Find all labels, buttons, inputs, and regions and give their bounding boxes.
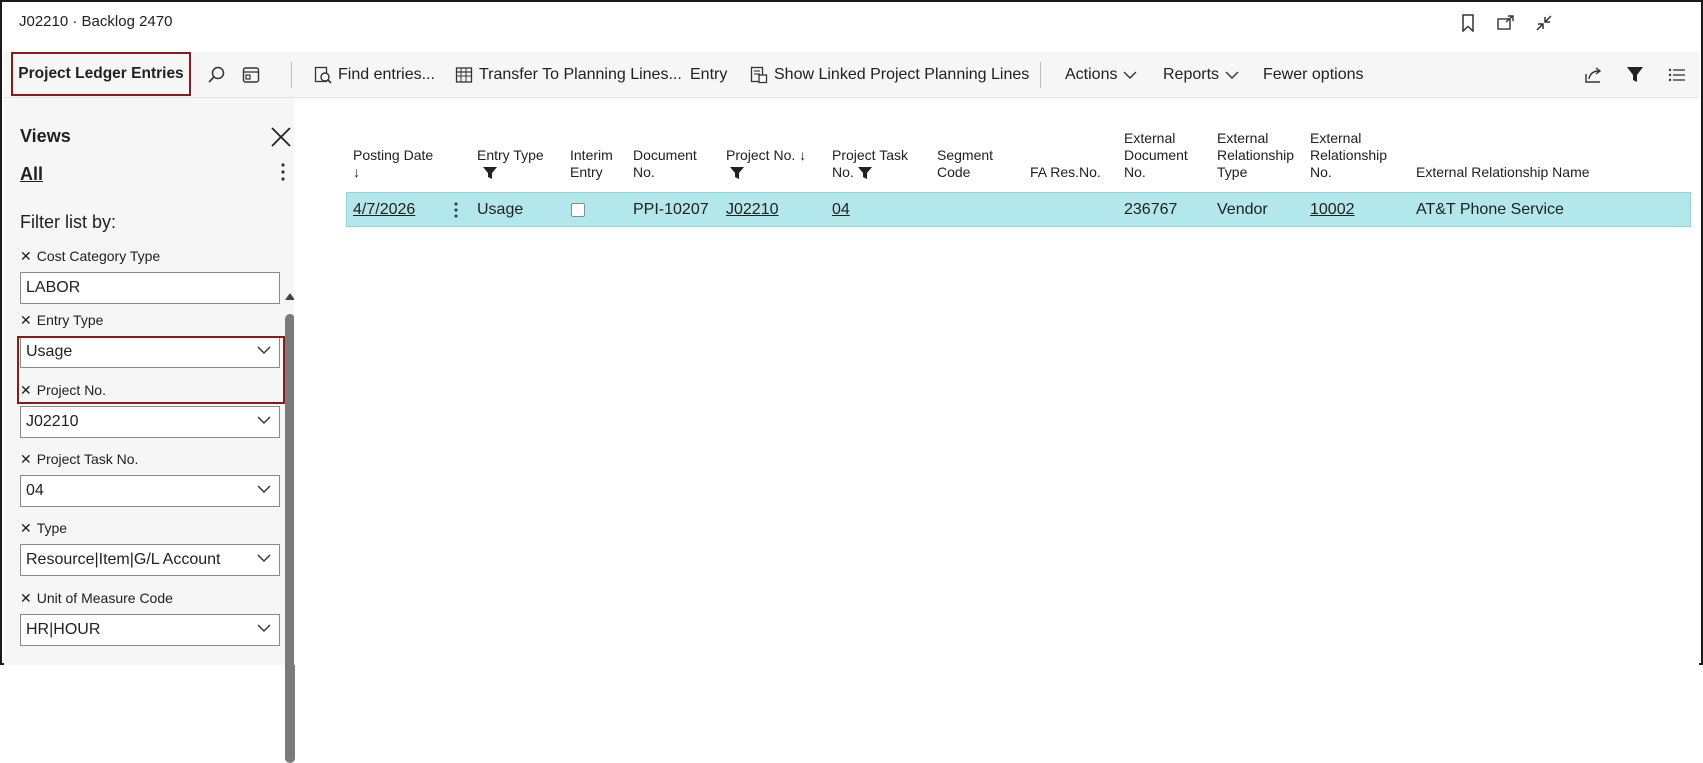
header-external-relationship-no[interactable]: External Relationship No. [1310, 130, 1387, 181]
bookmark-icon[interactable] [1457, 12, 1479, 34]
external-relationship-no-cell[interactable]: 10002 [1310, 193, 1355, 226]
filter-icon [857, 167, 872, 180]
project-task-no-cell[interactable]: 04 [832, 193, 850, 226]
external-document-no-cell: 236767 [1124, 200, 1178, 218]
entry-type-cell: Usage [477, 200, 524, 218]
project-task-no-select[interactable]: 04 [20, 475, 280, 507]
search-icon[interactable] [208, 52, 232, 98]
title-bar: J02210 · Backlog 2470 [4, 4, 1699, 52]
project-no-select[interactable]: J02210 [20, 406, 280, 438]
window-title: J02210 · Backlog 2470 [19, 13, 173, 30]
show-linked-label: Show Linked Project Planning Lines [774, 66, 1030, 83]
remove-filter-icon[interactable]: ✕ [20, 520, 32, 537]
filter-project-task-no: ✕ Project Task No. 04 [20, 449, 280, 507]
filter-label: Project Task No. [36, 451, 139, 467]
collapse-icon[interactable] [1533, 12, 1555, 34]
cost-category-type-input[interactable]: LABOR [20, 272, 280, 304]
views-title: Views [20, 126, 71, 146]
filter-label: Type [36, 520, 68, 536]
chevron-down-icon [1123, 71, 1137, 79]
unit-of-measure-code-select[interactable]: HR|HOUR [20, 614, 280, 646]
reports-label: Reports [1163, 66, 1220, 83]
posting-date-cell[interactable]: 4/7/2026 [353, 193, 415, 226]
document-no-cell: PPI-10207 [633, 200, 709, 218]
action-bar: Project Ledger Entries Find entries... T… [4, 52, 1699, 98]
filter-value: Resource|Item|G/L Account [26, 551, 221, 568]
header-project-no[interactable]: Project No. ↓ [726, 147, 806, 181]
transfer-label: Transfer To Planning Lines... [479, 66, 682, 83]
actions-menu[interactable]: Actions [1065, 52, 1143, 98]
row-actions-icon[interactable] [450, 193, 462, 226]
entry-label: Entry [690, 66, 728, 83]
reports-menu[interactable]: Reports [1163, 52, 1245, 98]
analysis-mode-icon[interactable] [242, 52, 266, 98]
transfer-to-planning-lines-button[interactable]: Transfer To Planning Lines... [455, 52, 682, 98]
entries-grid: Posting Date ↓ Entry Type Interim Entry … [294, 98, 1699, 665]
chevron-down-icon [257, 624, 271, 632]
list-view-icon[interactable] [1668, 52, 1692, 98]
external-relationship-type-cell: Vendor [1217, 200, 1268, 218]
header-external-document-no[interactable]: External Document No. [1124, 130, 1188, 181]
sort-desc-icon: ↓ [353, 164, 360, 180]
find-entries-button[interactable]: Find entries... [314, 52, 435, 98]
entry-button[interactable]: Entry [690, 52, 727, 98]
chevron-down-icon [257, 416, 271, 424]
remove-filter-icon[interactable]: ✕ [20, 451, 32, 468]
filter-cost-category-type: ✕ Cost Category Type LABOR [20, 246, 280, 304]
filter-pane: Views All Filter list by: ✕ Cost Categor… [4, 98, 295, 763]
filter-label: Unit of Measure Code [36, 590, 173, 606]
external-relationship-name-cell: AT&T Phone Service [1416, 200, 1564, 218]
header-posting-date[interactable]: Posting Date ↓ [353, 147, 433, 181]
table-row[interactable]: 4/7/2026 Usage PPI-10207 J02210 04 23676… [346, 192, 1691, 227]
filter-value: J02210 [26, 413, 79, 430]
close-icon[interactable] [270, 126, 292, 148]
header-document-no[interactable]: Document No. [633, 147, 697, 181]
fewer-options-label: Fewer options [1263, 66, 1364, 83]
header-segment-code[interactable]: Segment Code [937, 147, 993, 181]
remove-filter-icon[interactable]: ✕ [20, 248, 32, 265]
fewer-options-button[interactable]: Fewer options [1263, 52, 1364, 98]
filter-label: Entry Type [36, 312, 104, 328]
filter-pane-toggle-icon[interactable] [1626, 52, 1650, 98]
filter-value: 04 [26, 482, 44, 499]
separator [1040, 62, 1041, 88]
window-frame: J02210 · Backlog 2470 Project Ledger Ent… [0, 0, 1703, 763]
filter-list-heading: Filter list by: [20, 212, 117, 232]
filter-value: HR|HOUR [26, 621, 101, 638]
header-interim-entry[interactable]: Interim Entry [570, 147, 613, 181]
view-all-link[interactable]: All [20, 164, 43, 185]
actions-label: Actions [1065, 66, 1118, 83]
filter-type: ✕ Type Resource|Item|G/L Account [20, 518, 280, 576]
find-entries-label: Find entries... [338, 66, 435, 83]
header-project-task-no[interactable]: Project Task No. [832, 147, 908, 181]
find-entries-icon [314, 66, 332, 84]
remove-filter-icon[interactable]: ✕ [20, 590, 32, 607]
header-external-relationship-type[interactable]: External Relationship Type [1217, 130, 1294, 181]
type-select[interactable]: Resource|Item|G/L Account [20, 544, 280, 576]
chevron-down-icon [1225, 71, 1239, 79]
chevron-down-icon [257, 485, 271, 493]
header-fa-res-no[interactable]: FA Res.No. [1030, 164, 1101, 181]
more-options-icon[interactable] [280, 162, 290, 184]
filter-icon [726, 164, 806, 181]
remove-filter-icon[interactable]: ✕ [20, 312, 32, 329]
filter-icon [477, 164, 544, 181]
project-no-cell[interactable]: J02210 [726, 193, 779, 226]
show-linked-planning-lines-button[interactable]: Show Linked Project Planning Lines [750, 52, 1029, 98]
page-caption[interactable]: Project Ledger Entries [11, 52, 191, 96]
filter-label: Cost Category Type [36, 248, 161, 264]
transfer-icon [455, 67, 473, 83]
share-icon[interactable] [1584, 52, 1610, 98]
filter-unit-of-measure-code: ✕ Unit of Measure Code HR|HOUR [20, 588, 280, 646]
filter-value: LABOR [26, 279, 81, 296]
linked-lines-icon [750, 66, 768, 84]
separator [291, 62, 292, 88]
open-new-window-icon[interactable] [1495, 12, 1517, 34]
interim-entry-checkbox[interactable] [571, 193, 585, 226]
highlight-box [17, 336, 285, 404]
header-entry-type[interactable]: Entry Type [477, 147, 544, 181]
chevron-down-icon [257, 554, 271, 562]
header-external-relationship-name[interactable]: External Relationship Name [1416, 164, 1590, 181]
